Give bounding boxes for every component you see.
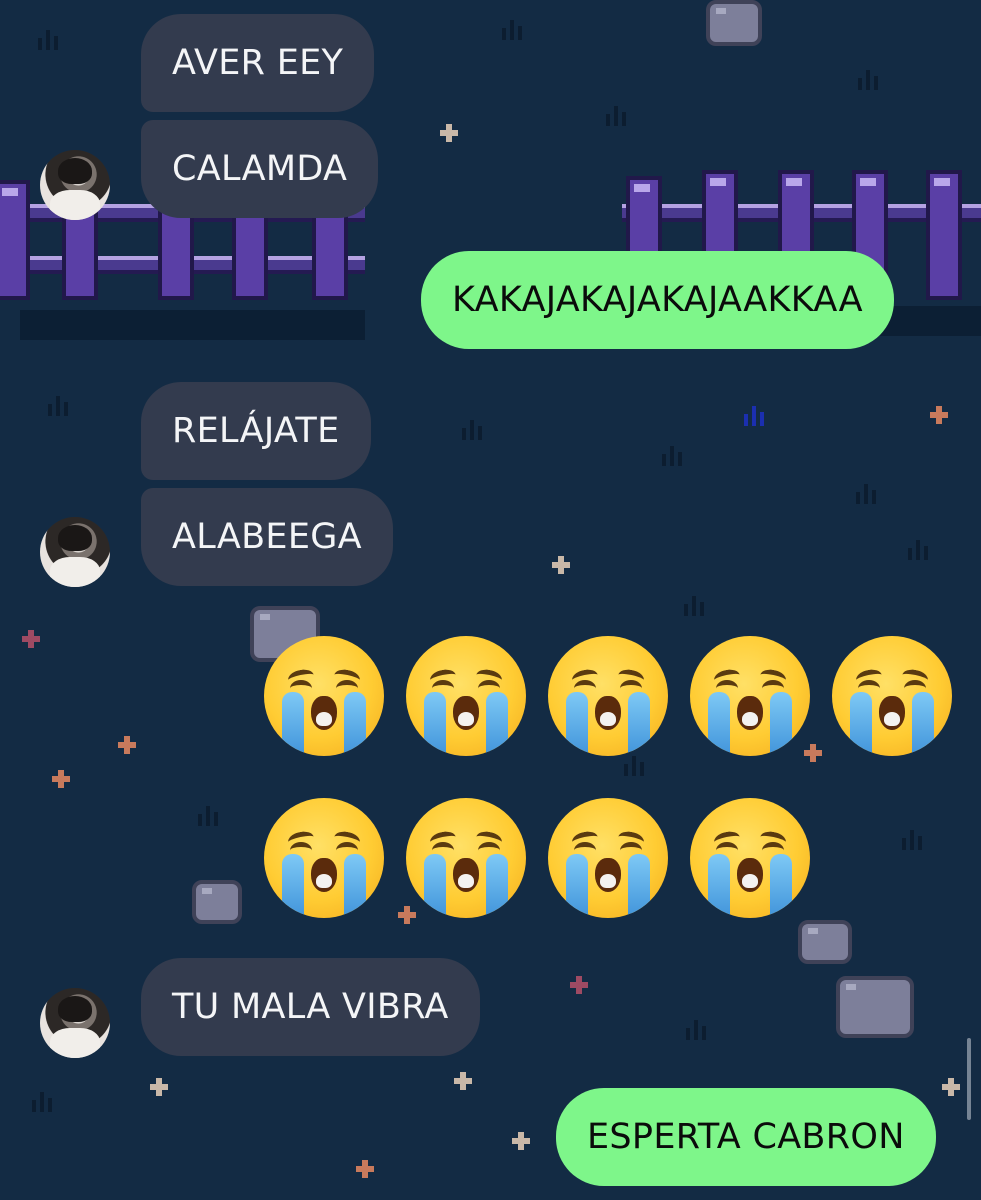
loudly-crying-face-icon	[406, 636, 526, 756]
loudly-crying-face-icon	[264, 798, 384, 918]
contact-avatar[interactable]	[40, 150, 110, 220]
incoming-message[interactable]: ALABEEGA	[141, 488, 393, 586]
loudly-crying-face-icon	[548, 798, 668, 918]
flower	[570, 976, 588, 994]
grass	[856, 70, 880, 90]
outgoing-message[interactable]: KAKAJAKAJAKAJAAKKAA	[421, 251, 894, 349]
grass	[684, 1020, 708, 1040]
incoming-message[interactable]: AVER EEY	[141, 14, 375, 112]
loudly-crying-face-icon	[548, 636, 668, 756]
scroll-indicator[interactable]	[967, 1038, 971, 1120]
rock	[706, 0, 762, 46]
flower	[552, 556, 570, 574]
rock	[798, 920, 852, 964]
loudly-crying-face-icon	[832, 636, 952, 756]
chat-screen: AVER EEY CALAMDA KAKAJAKAJAKAJAAKKAA REL…	[0, 0, 981, 1200]
grass	[30, 1092, 54, 1112]
message-text: AVER EEY	[172, 43, 344, 83]
incoming-message[interactable]: RELÁJATE	[141, 382, 371, 480]
flower	[942, 1078, 960, 1096]
flower	[150, 1078, 168, 1096]
message-text: RELÁJATE	[172, 411, 340, 451]
grass	[906, 540, 930, 560]
grass	[854, 484, 878, 504]
loudly-crying-face-icon	[406, 798, 526, 918]
loudly-crying-face-icon	[264, 636, 384, 756]
message-text: CALAMDA	[172, 149, 348, 189]
flower	[52, 770, 70, 788]
flower	[118, 736, 136, 754]
contact-avatar[interactable]	[40, 517, 110, 587]
message-text: TU MALA VIBRA	[172, 987, 449, 1027]
message-text: ESPERTA CABRON	[587, 1117, 905, 1157]
emoji-row	[264, 798, 810, 918]
grass	[196, 806, 220, 826]
grass	[742, 406, 766, 426]
grass	[36, 30, 60, 50]
incoming-message[interactable]: TU MALA VIBRA	[141, 958, 480, 1056]
emoji-row	[264, 636, 952, 756]
flower	[454, 1072, 472, 1090]
outgoing-message[interactable]: ESPERTA CABRON	[556, 1088, 936, 1186]
grass	[460, 420, 484, 440]
grass	[660, 446, 684, 466]
loudly-crying-face-icon	[690, 798, 810, 918]
flower	[512, 1132, 530, 1150]
message-text: KAKAJAKAJAKAJAAKKAA	[452, 280, 863, 320]
flower	[930, 406, 948, 424]
rock	[192, 880, 242, 924]
emoji-message[interactable]	[264, 636, 954, 920]
grass	[682, 596, 706, 616]
flower	[356, 1160, 374, 1178]
grass	[46, 396, 70, 416]
flower	[22, 630, 40, 648]
loudly-crying-face-icon	[690, 636, 810, 756]
flower	[440, 124, 458, 142]
rock	[836, 976, 914, 1038]
message-text: ALABEEGA	[172, 517, 362, 557]
grass	[500, 20, 524, 40]
contact-avatar[interactable]	[40, 988, 110, 1058]
grass	[604, 106, 628, 126]
incoming-message[interactable]: CALAMDA	[141, 120, 379, 218]
